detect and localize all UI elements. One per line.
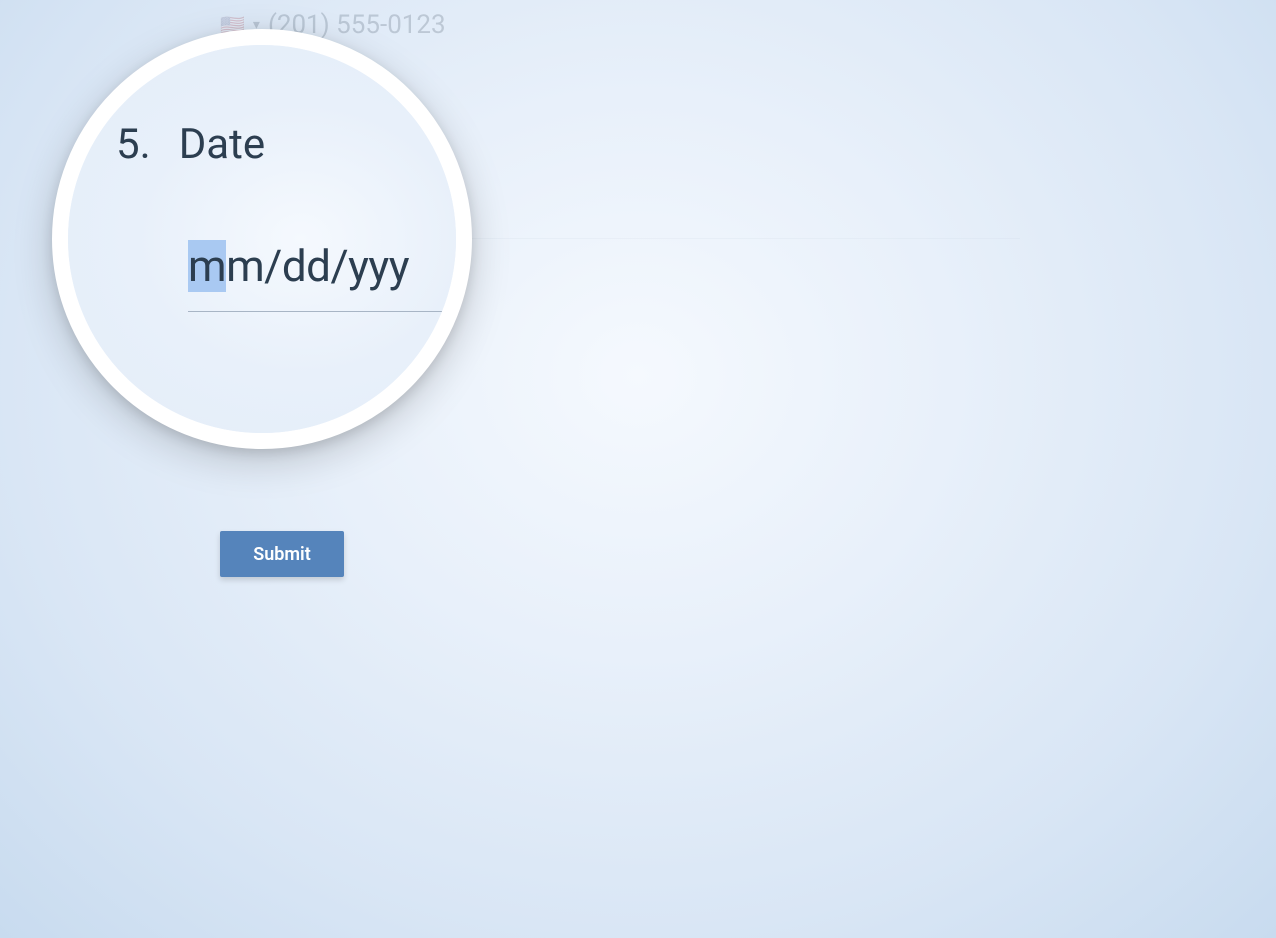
question-number: 5. (116, 120, 151, 169)
date-input-underline (188, 311, 468, 312)
question-label-date: Date (179, 120, 265, 169)
date-input[interactable]: mm/dd/yyy (188, 240, 472, 292)
question-5-row: 5. Date (116, 120, 265, 169)
date-input-cursor-highlight: m (188, 240, 226, 292)
form-container: 🇺🇸 ▾ (201) 555-0123 (220, 0, 1020, 40)
submit-button[interactable]: Submit (220, 531, 344, 577)
phone-input-row[interactable]: 🇺🇸 ▾ (201) 555-0123 (220, 0, 1020, 40)
magnifier-lens: 5. Date mm/dd/yyy (52, 29, 472, 449)
date-input-placeholder: mm/dd/yyy (188, 240, 472, 292)
magnifier-content: 5. Date mm/dd/yyy (68, 45, 456, 433)
date-input-rest: m/dd/yyy (226, 240, 409, 292)
